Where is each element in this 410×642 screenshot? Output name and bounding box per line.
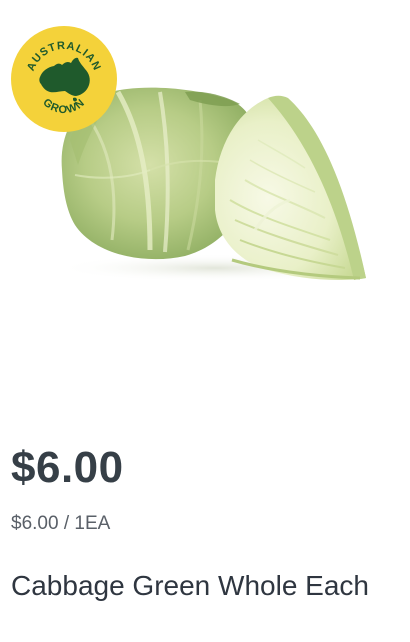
product-card[interactable]: AUSTRALIAN GROWN $6.00 $6.00 / 1EA Cabba… <box>0 0 410 642</box>
product-price: $6.00 <box>11 443 124 492</box>
cut-cabbage <box>215 95 366 280</box>
unit-price: $6.00 / 1EA <box>11 513 111 534</box>
product-name[interactable]: Cabbage Green Whole Each <box>11 572 369 600</box>
product-image[interactable]: AUSTRALIAN GROWN <box>0 0 410 400</box>
australian-grown-badge: AUSTRALIAN GROWN <box>10 25 118 133</box>
